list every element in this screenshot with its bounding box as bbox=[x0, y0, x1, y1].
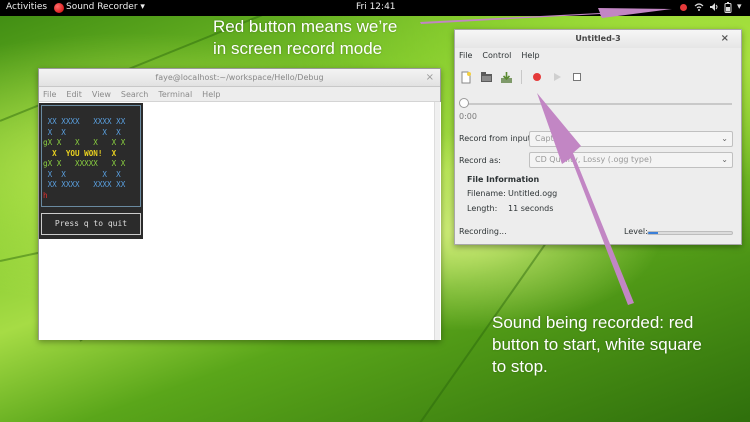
arrow-to-record-indicator bbox=[420, 8, 672, 24]
annotation-arrows bbox=[420, 8, 672, 305]
arrow-to-record-button bbox=[537, 93, 634, 305]
